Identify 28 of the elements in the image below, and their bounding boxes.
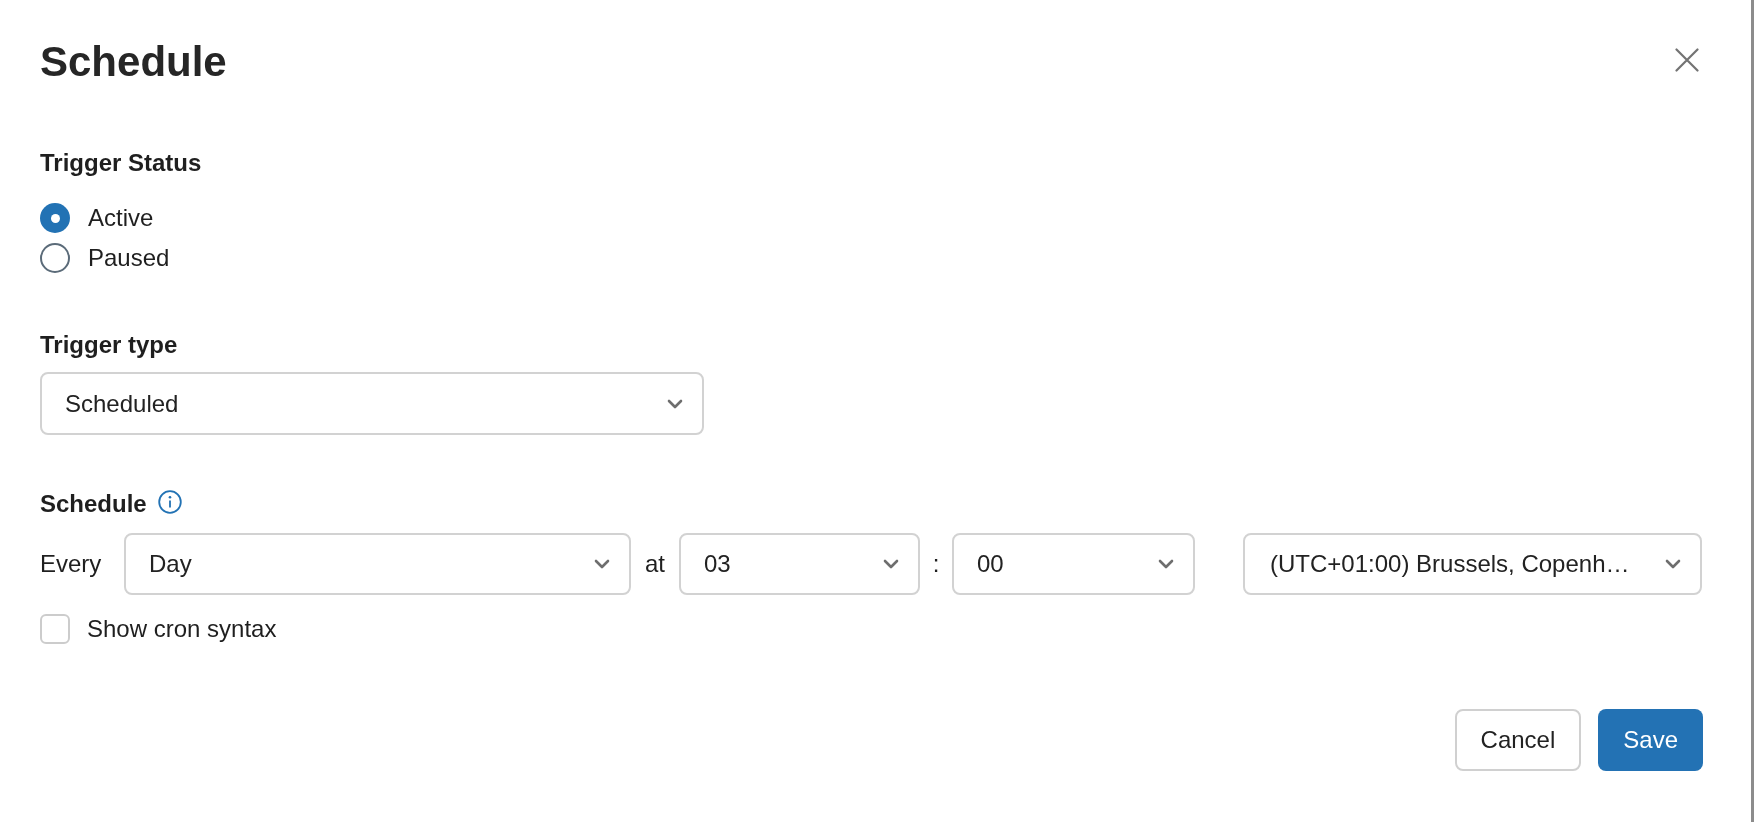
dialog-title: Schedule bbox=[40, 37, 227, 87]
checkbox-label[interactable]: Show cron syntax bbox=[87, 614, 277, 644]
time-separator: : bbox=[932, 549, 940, 579]
cancel-button[interactable]: Cancel bbox=[1454, 709, 1582, 771]
info-icon[interactable] bbox=[157, 490, 182, 514]
hour-dropdown[interactable]: 03 bbox=[679, 533, 920, 595]
chevron-down-icon bbox=[1158, 559, 1174, 569]
chevron-down-icon bbox=[594, 559, 610, 569]
radio-label[interactable]: Paused bbox=[88, 243, 170, 273]
radio-button[interactable] bbox=[40, 203, 70, 233]
section-label: Trigger Status bbox=[40, 148, 202, 178]
radio-button[interactable] bbox=[40, 243, 70, 273]
at-label: at bbox=[645, 549, 665, 579]
chevron-down-icon bbox=[883, 559, 899, 569]
chevron-down-icon bbox=[1665, 559, 1681, 569]
checkbox[interactable] bbox=[40, 614, 70, 644]
every-label: Every bbox=[40, 549, 103, 579]
radio-label[interactable]: Active bbox=[88, 203, 154, 233]
section-label: Schedule bbox=[40, 489, 147, 519]
timezone-dropdown[interactable]: (UTC+01:00) Brussels, Copenh… bbox=[1243, 533, 1702, 595]
minute-dropdown[interactable]: 00 bbox=[952, 533, 1195, 595]
interval-dropdown[interactable]: Day bbox=[124, 533, 631, 595]
close-button[interactable] bbox=[1675, 48, 1699, 72]
chevron-down-icon bbox=[667, 398, 683, 409]
save-button[interactable]: Save bbox=[1598, 709, 1703, 771]
trigger-type-dropdown[interactable]: Scheduled bbox=[40, 372, 704, 435]
close-icon bbox=[1675, 48, 1699, 72]
section-label: Trigger type bbox=[40, 330, 178, 360]
